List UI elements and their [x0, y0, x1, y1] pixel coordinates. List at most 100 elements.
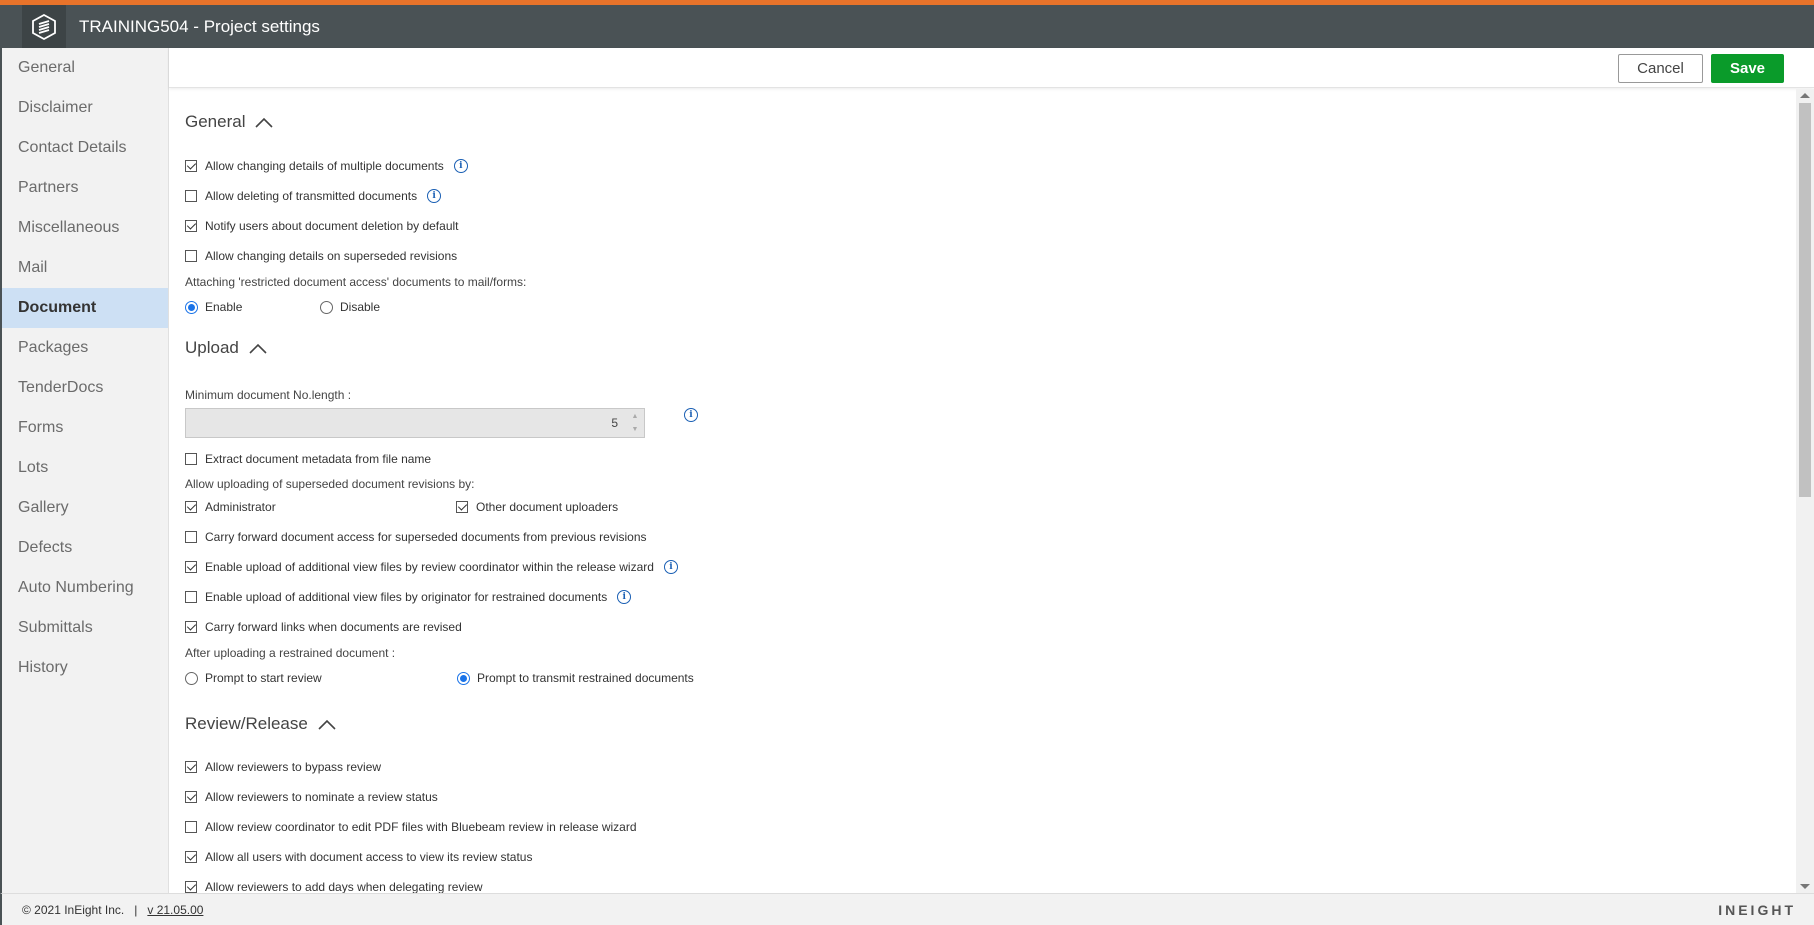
other-uploaders-checkbox[interactable] [456, 501, 468, 513]
prompt-review-radio[interactable] [185, 671, 198, 685]
section-header-upload[interactable]: Upload [185, 338, 267, 358]
option-label: Notify users about document deletion by … [205, 219, 459, 233]
option-row: Allow deleting of transmitted documents … [185, 189, 442, 203]
sidebar-item-contact-details[interactable]: Contact Details [2, 128, 168, 168]
allow-delete-transmitted-checkbox[interactable] [185, 190, 197, 202]
option-row: Allow reviewers to bypass review [185, 760, 381, 774]
option-label: Enable upload of additional view files b… [205, 560, 654, 574]
sidebar-item-general[interactable]: General [2, 48, 168, 88]
chevron-up-icon[interactable] [255, 116, 274, 128]
vertical-scrollbar[interactable] [1796, 89, 1814, 893]
footer-separator: | [134, 902, 138, 917]
section-header-general[interactable]: General [185, 112, 274, 132]
copyright-text: © 2021 InEight Inc. [22, 902, 125, 917]
enable-view-coordinator-checkbox[interactable] [185, 561, 197, 573]
scroll-thumb[interactable] [1799, 103, 1811, 497]
footer: © 2021 InEight Inc. | v 21.05.00 INEIGHT [0, 893, 1814, 925]
option-label: Allow changing details on superseded rev… [205, 249, 458, 263]
sidebar-item-packages[interactable]: Packages [2, 328, 168, 368]
info-icon[interactable]: i [663, 560, 678, 574]
sidebar-item-document[interactable]: Document [2, 288, 168, 328]
spinner-down-icon[interactable]: ▼ [632, 425, 639, 434]
radio-row: Enable [185, 300, 242, 314]
chevron-up-icon[interactable] [318, 718, 336, 730]
allow-multi-change-checkbox[interactable] [185, 160, 197, 172]
number-spinner[interactable]: ▲ ▼ [629, 412, 641, 434]
nominate-status-checkbox[interactable] [185, 791, 197, 803]
disable-radio[interactable] [320, 300, 333, 314]
section-header-review-release[interactable]: Review/Release [185, 714, 336, 734]
radio-row: Prompt to start review [185, 671, 322, 685]
info-icon[interactable]: i [617, 590, 632, 604]
sidebar-item-history[interactable]: History [2, 648, 168, 688]
version-link[interactable]: v 21.05.00 [147, 903, 203, 917]
enable-radio[interactable] [185, 300, 198, 314]
sidebar-item-gallery[interactable]: Gallery [2, 488, 168, 528]
sidebar-item-lots[interactable]: Lots [2, 448, 168, 488]
attach-restricted-label: Attaching 'restricted document access' d… [185, 275, 527, 289]
spinner-up-icon[interactable]: ▲ [632, 412, 639, 421]
sidebar-item-disclaimer[interactable]: Disclaimer [2, 88, 168, 128]
bypass-review-checkbox[interactable] [185, 761, 197, 773]
option-row: Carry forward document access for supers… [185, 530, 647, 544]
option-label: Allow changing details of multiple docum… [205, 159, 444, 173]
bluebeam-review-checkbox[interactable] [185, 821, 197, 833]
sidebar-item-auto-numbering[interactable]: Auto Numbering [2, 568, 168, 608]
cancel-button[interactable]: Cancel [1618, 54, 1703, 83]
extract-metadata-checkbox[interactable] [185, 453, 197, 465]
info-icon[interactable]: i [684, 408, 698, 422]
sidebar-item-forms[interactable]: Forms [2, 408, 168, 448]
prompt-transmit-radio[interactable] [457, 671, 470, 685]
min-length-label: Minimum document No.length : [185, 388, 352, 402]
option-row: Administrator [185, 500, 276, 514]
option-row: Enable upload of additional view files b… [185, 590, 632, 604]
option-label: Carry forward document access for supers… [205, 530, 647, 544]
option-row: Allow reviewers to nominate a review sta… [185, 790, 438, 804]
radio-label: Prompt to transmit restrained documents [477, 671, 694, 685]
scroll-up-icon[interactable] [1800, 93, 1810, 98]
info-icon[interactable]: i [427, 189, 442, 203]
option-label: Allow reviewers to add days when delegat… [205, 880, 483, 893]
option-label: Allow deleting of transmitted documents [205, 189, 418, 203]
sidebar-item-submittals[interactable]: Submittals [2, 608, 168, 648]
chevron-up-icon[interactable] [249, 342, 267, 354]
info-icon[interactable]: i [453, 159, 468, 173]
view-review-status-checkbox[interactable] [185, 851, 197, 863]
sidebar-item-miscellaneous[interactable]: Miscellaneous [2, 208, 168, 248]
allow-upload-label: Allow uploading of superseded document r… [185, 477, 475, 491]
sidebar-item-partners[interactable]: Partners [2, 168, 168, 208]
brand-logo: INEIGHT [1718, 901, 1796, 918]
carry-forward-links-checkbox[interactable] [185, 621, 197, 633]
after-upload-label: After uploading a restrained document : [185, 646, 396, 660]
administrator-checkbox[interactable] [185, 501, 197, 513]
section-title-upload: Upload [185, 338, 239, 357]
top-bar: TRAINING504 - Project settings [0, 0, 1814, 48]
section-title-general: General [185, 112, 246, 131]
option-label: Allow all users with document access to … [205, 850, 533, 864]
radio-label: Enable [205, 300, 243, 314]
option-label: Other document uploaders [476, 500, 619, 514]
radio-row: Disable [320, 300, 380, 314]
sidebar-item-mail[interactable]: Mail [2, 248, 168, 288]
option-row: Allow reviewers to add days when delegat… [185, 880, 482, 893]
scroll-down-icon[interactable] [1800, 884, 1810, 889]
enable-view-originator-checkbox[interactable] [185, 591, 197, 603]
option-row: Allow changing details of multiple docum… [185, 159, 468, 173]
option-row: Allow changing details on superseded rev… [185, 249, 457, 263]
save-button[interactable]: Save [1711, 54, 1784, 83]
add-days-delegating-checkbox[interactable] [185, 881, 197, 893]
section-title-review-release: Review/Release [185, 714, 308, 733]
radio-row: Prompt to transmit restrained documents [457, 671, 694, 685]
option-label: Carry forward links when documents are r… [205, 620, 462, 634]
action-bar: Cancel Save [169, 48, 1814, 88]
app-logo-icon [22, 5, 66, 48]
settings-sidebar: General Disclaimer Contact Details Partn… [0, 48, 169, 893]
allow-change-superseded-checkbox[interactable] [185, 250, 197, 262]
notify-deletion-checkbox[interactable] [185, 220, 197, 232]
option-row: Allow review coordinator to edit PDF fil… [185, 820, 637, 834]
sidebar-item-tenderdocs[interactable]: TenderDocs [2, 368, 168, 408]
sidebar-item-defects[interactable]: Defects [2, 528, 168, 568]
carry-forward-access-checkbox[interactable] [185, 531, 197, 543]
radio-label: Prompt to start review [205, 671, 322, 685]
min-length-input[interactable]: 5 ▲ ▼ [185, 408, 645, 438]
